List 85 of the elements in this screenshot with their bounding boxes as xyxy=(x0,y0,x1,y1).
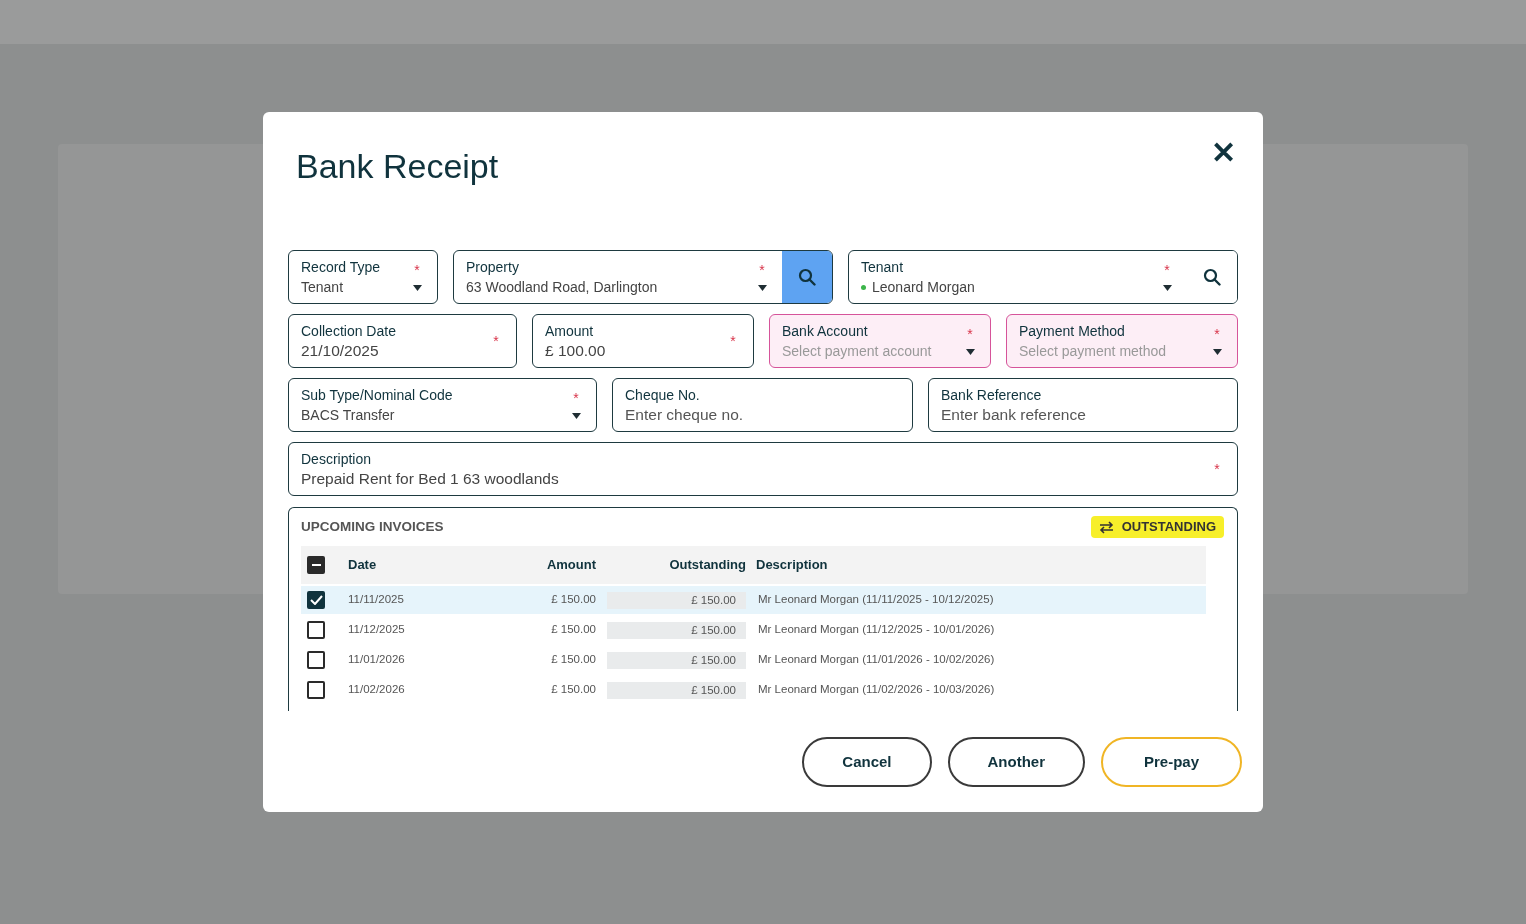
field-label: Sub Type/Nominal Code xyxy=(301,386,453,405)
outstanding-cell: £ 150.00 xyxy=(607,591,746,609)
required-marker: * xyxy=(573,391,579,405)
date-cell-text: 11/01/2026 xyxy=(348,652,406,668)
select-field[interactable]: Sub Type/Nominal Code BACS Transfer * xyxy=(288,378,597,432)
description-cell-text: Mr Leonard Morgan (11/01/2026 - 10/02/2026) xyxy=(758,652,995,668)
row-checkbox[interactable] xyxy=(307,621,325,639)
column-header: Date xyxy=(348,556,378,575)
field-label: Payment Method xyxy=(1019,322,1125,341)
description-cell-text: Mr Leonard Morgan (11/11/2025 - 10/12/2025) xyxy=(758,592,994,608)
required-marker: * xyxy=(759,263,765,277)
outstanding-cell: £ 150.00 xyxy=(607,651,746,669)
required-marker: * xyxy=(730,334,736,348)
field-label: Bank Account xyxy=(782,322,868,341)
row-checkbox[interactable] xyxy=(307,591,325,609)
panel-title: UPCOMING INVOICES xyxy=(301,518,444,536)
swap-icon xyxy=(1098,520,1114,534)
select-field[interactable]: Bank Account Select payment account * xyxy=(769,314,991,368)
field-value: £ 100.00 xyxy=(545,341,606,361)
field-value: BACS Transfer xyxy=(301,406,395,425)
field-label: Property xyxy=(466,258,519,277)
input-field[interactable]: Collection Date 21/10/2025 * xyxy=(288,314,517,368)
amount-cell-text: £ 150.00 xyxy=(550,622,596,638)
amount-cell-text: £ 150.00 xyxy=(550,652,596,668)
required-marker: * xyxy=(414,263,420,277)
field-placeholder: Enter cheque no. xyxy=(625,405,744,425)
row-checkbox[interactable] xyxy=(307,651,325,669)
caret-icon xyxy=(757,285,767,291)
caret-icon xyxy=(965,349,975,355)
field-label: Collection Date xyxy=(301,322,396,341)
description-cell-text: Mr Leonard Morgan (11/12/2025 - 10/01/2026) xyxy=(758,622,995,638)
field-label: Cheque No. xyxy=(625,386,700,405)
search-icon xyxy=(798,268,816,286)
caret-icon xyxy=(412,285,422,291)
outstanding-filter-button[interactable]: OUTSTANDING xyxy=(1090,516,1224,538)
secondary-button[interactable]: Another xyxy=(947,737,1085,787)
column-header: Description xyxy=(756,556,828,575)
select-all-checkbox[interactable] xyxy=(307,556,325,574)
input-field[interactable]: Bank Reference Enter bank reference xyxy=(928,378,1238,432)
field-placeholder: Select payment method xyxy=(1019,342,1167,361)
caret-icon xyxy=(1212,349,1222,355)
date-cell-text: 11/02/2026 xyxy=(348,682,406,698)
field-placeholder: Select payment account xyxy=(782,342,932,361)
column-header: Outstanding xyxy=(668,556,746,575)
field-label: Bank Reference xyxy=(941,386,1042,405)
caret-icon xyxy=(571,413,581,419)
field-value: 21/10/2025 xyxy=(301,341,379,361)
required-marker: * xyxy=(967,327,973,341)
invoice-row[interactable]: 11/11/2025 £ 150.00 £ 150.00 Mr Leonard Morgan (11/11/2025 - 10/12/2025) xyxy=(301,586,1206,614)
secondary-button[interactable]: Cancel xyxy=(802,737,932,787)
field-value: Leonard Morgan xyxy=(872,278,975,297)
field-label: Description xyxy=(301,450,372,469)
input-field[interactable]: Description Prepaid Rent for Bed 1 63 woodlands * xyxy=(288,442,1238,496)
field-label: Tenant xyxy=(861,258,904,277)
required-marker: * xyxy=(493,334,499,348)
date-cell-text: 11/12/2025 xyxy=(348,622,406,638)
date-cell-text: 11/11/2025 xyxy=(348,592,405,608)
amount-cell-text: £ 150.00 xyxy=(550,682,596,698)
select-field[interactable]: Tenant Leonard Morgan * xyxy=(848,250,1238,304)
input-field[interactable]: Amount £ 100.00 * xyxy=(532,314,754,368)
input-field[interactable]: Cheque No. Enter cheque no. xyxy=(612,378,913,432)
description-cell-text: Mr Leonard Morgan (11/02/2026 - 10/03/2026) xyxy=(758,682,995,698)
outstanding-cell: £ 150.00 xyxy=(607,621,746,639)
required-marker: * xyxy=(1164,263,1170,277)
outstanding-cell: £ 150.00 xyxy=(607,681,746,699)
required-marker: * xyxy=(1214,327,1220,341)
select-field[interactable]: Record Type Tenant * xyxy=(288,250,438,304)
field-label: Amount xyxy=(545,322,594,341)
required-marker: * xyxy=(1214,462,1220,476)
field-placeholder: Enter bank reference xyxy=(941,405,1086,425)
field-value: 63 Woodland Road, Darlington xyxy=(466,278,658,297)
field-value: Tenant xyxy=(301,278,344,297)
close-button[interactable]: ✕ xyxy=(1211,138,1236,168)
search-icon xyxy=(1203,268,1221,286)
primary-button[interactable]: Pre-pay xyxy=(1101,737,1242,787)
field-value: Prepaid Rent for Bed 1 63 woodlands xyxy=(301,469,559,489)
caret-icon xyxy=(1162,285,1172,291)
field-label: Record Type xyxy=(301,258,381,277)
dialog-title: Bank Receipt xyxy=(296,146,499,186)
select-field[interactable]: Property 63 Woodland Road, Darlington * xyxy=(453,250,833,304)
column-header: Amount xyxy=(545,556,596,575)
amount-cell-text: £ 150.00 xyxy=(550,592,596,608)
row-checkbox[interactable] xyxy=(307,681,325,699)
select-field[interactable]: Payment Method Select payment method * xyxy=(1006,314,1238,368)
search-button[interactable] xyxy=(782,251,832,303)
